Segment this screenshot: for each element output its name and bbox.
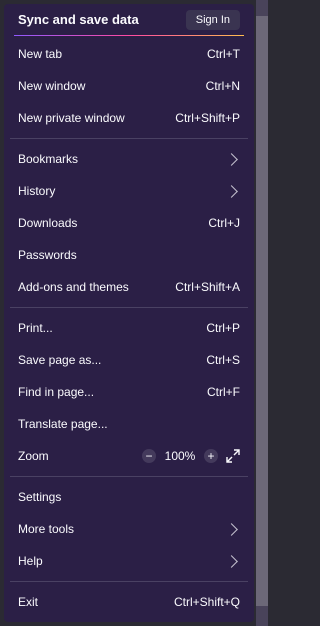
menu-item-label: New private window xyxy=(18,111,125,125)
menu-item-label: Passwords xyxy=(18,248,77,262)
menu-item-label: Find in page... xyxy=(18,385,95,399)
menu-item-label: Add-ons and themes xyxy=(18,280,129,294)
menu-item-new-private-window[interactable]: New private window Ctrl+Shift+P xyxy=(10,102,248,134)
menu-separator xyxy=(10,138,248,139)
menu-item-zoom: Zoom − 100% + xyxy=(10,440,248,472)
shortcut-text: Ctrl+N xyxy=(205,79,240,93)
menu-item-label: History xyxy=(18,184,56,198)
menu-item-new-tab[interactable]: New tab Ctrl+T xyxy=(10,38,248,70)
zoom-out-button[interactable]: − xyxy=(142,449,156,463)
shortcut-text: Ctrl+T xyxy=(207,47,240,61)
shortcut-text: Ctrl+P xyxy=(206,321,240,335)
chevron-right-icon xyxy=(225,522,238,536)
menu-item-label: New tab xyxy=(18,47,63,61)
menu-item-translate-page[interactable]: Translate page... xyxy=(10,408,248,440)
menu-item-label: Save page as... xyxy=(18,353,102,367)
shortcut-text: Ctrl+Shift+Q xyxy=(173,595,240,609)
zoom-in-button[interactable]: + xyxy=(204,449,218,463)
menu-item-label: Exit xyxy=(18,595,39,609)
sync-row: Sync and save data Sign In xyxy=(10,4,248,35)
fullscreen-icon[interactable] xyxy=(226,449,240,463)
menu-item-addons-and-themes[interactable]: Add-ons and themes Ctrl+Shift+A xyxy=(10,271,248,303)
menu-item-label: Downloads xyxy=(18,216,78,230)
menu-item-print[interactable]: Print... Ctrl+P xyxy=(10,312,248,344)
sync-title: Sync and save data xyxy=(18,12,139,27)
menu-item-bookmarks[interactable]: Bookmarks xyxy=(10,143,248,175)
chevron-right-icon xyxy=(225,152,238,166)
menu-item-downloads[interactable]: Downloads Ctrl+J xyxy=(10,207,248,239)
scrollbar[interactable] xyxy=(256,0,268,626)
menu-item-settings[interactable]: Settings xyxy=(10,481,248,513)
zoom-reset-button[interactable]: 100% xyxy=(164,449,196,463)
shortcut-text: Ctrl+F xyxy=(207,385,240,399)
shortcut-text: Ctrl+S xyxy=(206,353,240,367)
scrollbar-thumb[interactable] xyxy=(256,16,268,606)
chevron-right-icon xyxy=(225,184,238,198)
sync-accent-line xyxy=(14,35,244,36)
menu-item-history[interactable]: History xyxy=(10,175,248,207)
shortcut-text: Ctrl+Shift+P xyxy=(175,111,240,125)
zoom-label: Zoom xyxy=(18,449,49,463)
menu-item-new-window[interactable]: New window Ctrl+N xyxy=(10,70,248,102)
menu-item-label: New window xyxy=(18,79,86,93)
menu-item-passwords[interactable]: Passwords xyxy=(10,239,248,271)
menu-item-save-page-as[interactable]: Save page as... Ctrl+S xyxy=(10,344,248,376)
menu-item-label: Help xyxy=(18,554,43,568)
menu-item-label: Print... xyxy=(18,321,53,335)
menu-item-exit[interactable]: Exit Ctrl+Shift+Q xyxy=(10,586,248,618)
menu-item-label: Settings xyxy=(18,490,62,504)
menu-item-label: More tools xyxy=(18,522,75,536)
shortcut-text: Ctrl+J xyxy=(208,216,240,230)
menu-separator xyxy=(10,307,248,308)
menu-separator xyxy=(10,581,248,582)
sign-in-button[interactable]: Sign In xyxy=(185,9,240,30)
menu-separator xyxy=(10,476,248,477)
menu-item-help[interactable]: Help xyxy=(10,545,248,577)
shortcut-text: Ctrl+Shift+A xyxy=(175,280,240,294)
menu-item-more-tools[interactable]: More tools xyxy=(10,513,248,545)
menu-item-find-in-page[interactable]: Find in page... Ctrl+F xyxy=(10,376,248,408)
app-menu: Sync and save data Sign In New tab Ctrl+… xyxy=(4,4,254,622)
menu-item-label: Translate page... xyxy=(18,417,108,431)
menu-item-label: Bookmarks xyxy=(18,152,79,166)
zoom-controls: − 100% + xyxy=(142,449,240,463)
chevron-right-icon xyxy=(225,554,238,568)
